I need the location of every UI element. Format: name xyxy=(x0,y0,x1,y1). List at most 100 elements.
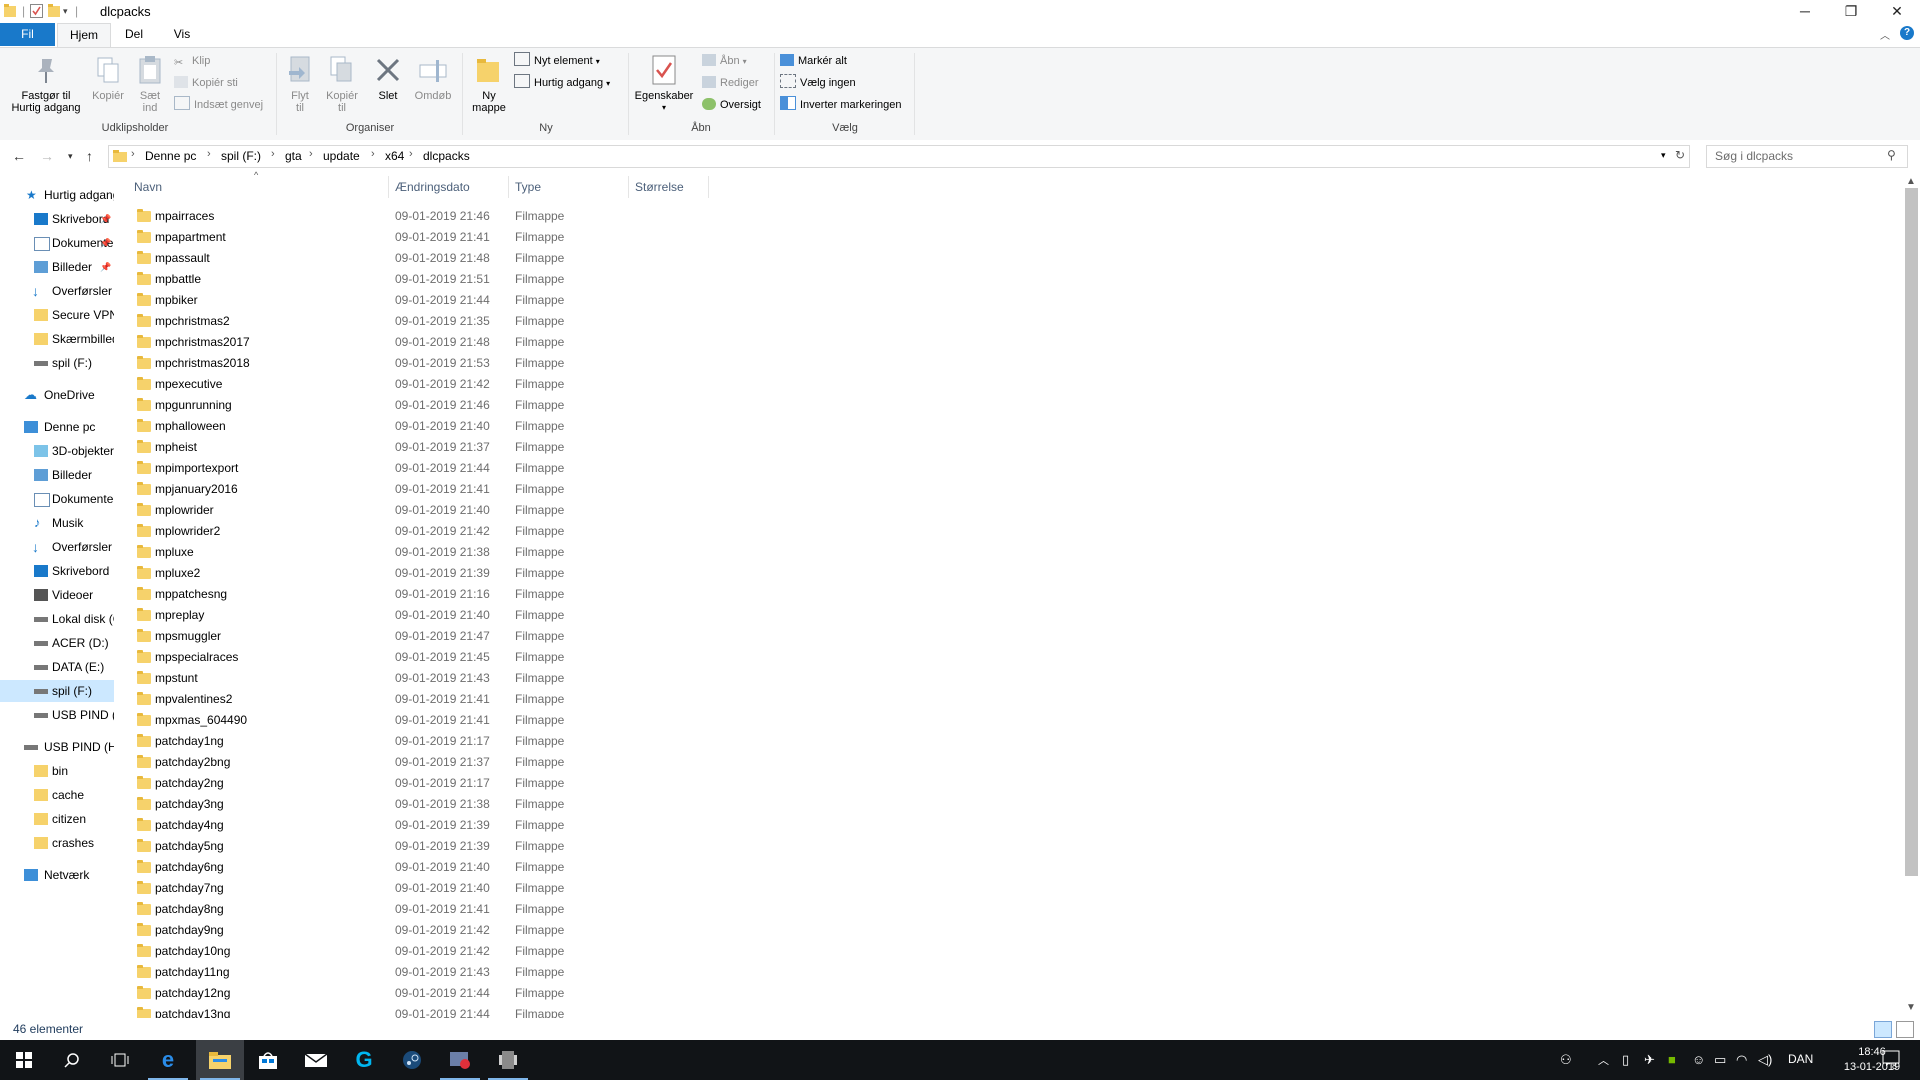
file-row[interactable]: mplowrider2 09-01-2019 21:42 Filmappe xyxy=(130,521,710,542)
file-row[interactable]: patchday9ng 09-01-2019 21:42 Filmappe xyxy=(130,920,710,941)
column-divider[interactable] xyxy=(508,176,509,198)
file-row[interactable]: patchday13ng 09-01-2019 21:44 Filmappe xyxy=(130,1004,710,1018)
customize-quick-access-icon[interactable]: ▾ xyxy=(63,6,68,20)
tab-home[interactable]: Hjem xyxy=(57,23,111,47)
file-row[interactable]: patchday8ng 09-01-2019 21:41 Filmappe xyxy=(130,899,710,920)
nav-desktop-pinned[interactable]: Skrivebord 📌 xyxy=(0,208,114,230)
nav-onedrive[interactable]: ☁ OneDrive xyxy=(0,384,114,406)
file-row[interactable]: mpjanuary2016 09-01-2019 21:41 Filmappe xyxy=(130,479,710,500)
file-explorer-icon[interactable] xyxy=(196,1040,244,1080)
file-row[interactable]: mpvalentines2 09-01-2019 21:41 Filmappe xyxy=(130,689,710,710)
nav-pictures-pinned[interactable]: Billeder 📌 xyxy=(0,256,114,278)
crumb-gta[interactable]: gta xyxy=(285,149,302,163)
nav-this-pc[interactable]: Denne pc xyxy=(0,416,114,438)
scroll-up-icon[interactable]: ▲ xyxy=(1906,176,1916,187)
maximize-button[interactable]: ❐ xyxy=(1828,0,1874,23)
start-icon[interactable] xyxy=(0,1040,48,1080)
file-row[interactable]: patchday10ng 09-01-2019 21:42 Filmappe xyxy=(130,941,710,962)
file-row[interactable]: mpreplay 09-01-2019 21:40 Filmappe xyxy=(130,605,710,626)
new-item-button[interactable]: Nyt element ▾ xyxy=(514,52,600,70)
language-indicator[interactable]: DAN xyxy=(1788,1052,1813,1066)
address-bar[interactable]: › Denne pc › spil (F:) › gta › update › … xyxy=(108,145,1690,168)
file-row[interactable]: mpsmuggler 09-01-2019 21:47 Filmappe xyxy=(130,626,710,647)
file-row[interactable]: patchday6ng 09-01-2019 21:40 Filmappe xyxy=(130,857,710,878)
minimize-button[interactable]: ─ xyxy=(1782,0,1828,23)
cut-button[interactable]: ✂ Klip xyxy=(174,52,210,70)
help-icon[interactable]: ? xyxy=(1900,26,1914,40)
column-divider[interactable] xyxy=(628,176,629,198)
address-dropdown-icon[interactable]: ▾ xyxy=(1661,150,1666,161)
crumb-update[interactable]: update xyxy=(323,149,360,163)
app-gray-icon[interactable] xyxy=(484,1040,532,1080)
logitech-icon[interactable]: G xyxy=(340,1040,388,1080)
nav-local-disk-c[interactable]: Lokal disk (C:) xyxy=(0,608,114,630)
action-center-icon[interactable] xyxy=(1882,1049,1900,1070)
column-name[interactable]: Navn xyxy=(134,180,162,194)
close-button[interactable]: ✕ xyxy=(1874,0,1920,23)
file-row[interactable]: mpimportexport 09-01-2019 21:44 Filmappe xyxy=(130,458,710,479)
file-row[interactable]: mpbiker 09-01-2019 21:44 Filmappe xyxy=(130,290,710,311)
store-icon[interactable] xyxy=(244,1040,292,1080)
battery-icon[interactable]: ▭ xyxy=(1714,1052,1726,1068)
file-row[interactable]: patchday2ng 09-01-2019 21:17 Filmappe xyxy=(130,773,710,794)
file-row[interactable]: patchday3ng 09-01-2019 21:38 Filmappe xyxy=(130,794,710,815)
edge-icon[interactable]: e xyxy=(144,1040,192,1080)
file-row[interactable]: patchday1ng 09-01-2019 21:17 Filmappe xyxy=(130,731,710,752)
rename-button[interactable]: Omdøb xyxy=(412,54,454,102)
nav-screenshots[interactable]: Skærmbilleder xyxy=(0,328,114,350)
nav-documents-pinned[interactable]: Dokumenter 📌 xyxy=(0,232,114,254)
nav-spil-f[interactable]: spil (F:) xyxy=(0,680,114,702)
file-row[interactable]: patchday7ng 09-01-2019 21:40 Filmappe xyxy=(130,878,710,899)
tab-file[interactable]: Fil xyxy=(0,23,55,46)
nav-acer-d[interactable]: ACER (D:) xyxy=(0,632,114,654)
file-row[interactable]: mpgunrunning 09-01-2019 21:46 Filmappe xyxy=(130,395,710,416)
paste-button[interactable]: Sæt ind xyxy=(134,54,166,114)
back-arrow-icon[interactable]: ← xyxy=(12,148,26,164)
nav-cache[interactable]: cache xyxy=(0,784,114,806)
properties-button[interactable]: Egenskaber ▾ xyxy=(632,54,696,114)
column-divider[interactable] xyxy=(708,176,709,198)
vertical-scrollbar[interactable]: ▲ ▼ xyxy=(1903,176,1920,1016)
usb-eject-icon[interactable]: ▯ xyxy=(1622,1052,1629,1068)
nav-spil-quick[interactable]: spil (F:) xyxy=(0,352,114,374)
copy-path-button[interactable]: Kopiér sti xyxy=(174,74,238,92)
nav-network[interactable]: Netværk xyxy=(0,864,114,886)
nav-data-e[interactable]: DATA (E:) xyxy=(0,656,114,678)
nav-downloads-pinned[interactable]: ↓ Overførsler xyxy=(0,280,114,302)
tab-view[interactable]: Vis xyxy=(166,23,198,46)
select-none-button[interactable]: Vælg ingen xyxy=(780,74,856,92)
file-row[interactable]: patchday2bng 09-01-2019 21:37 Filmappe xyxy=(130,752,710,773)
move-to-button[interactable]: Flyt til xyxy=(282,54,318,114)
file-row[interactable]: patchday5ng 09-01-2019 21:39 Filmappe xyxy=(130,836,710,857)
show-hidden-icons-icon[interactable]: ︿ xyxy=(1598,1052,1609,1068)
file-row[interactable]: mpluxe2 09-01-2019 21:39 Filmappe xyxy=(130,563,710,584)
volume-icon[interactable]: ◁) xyxy=(1758,1052,1772,1068)
file-row[interactable]: mpchristmas2017 09-01-2019 21:48 Filmappe xyxy=(130,332,710,353)
nav-secure-vpn[interactable]: Secure VPN xyxy=(0,304,114,326)
up-arrow-icon[interactable]: ↑ xyxy=(86,148,93,164)
nav-citizen[interactable]: citizen xyxy=(0,808,114,830)
edit-button[interactable]: Rediger xyxy=(702,74,759,92)
file-row[interactable]: patchday4ng 09-01-2019 21:39 Filmappe xyxy=(130,815,710,836)
new-folder-quick-icon[interactable] xyxy=(48,4,60,18)
copy-button[interactable]: Kopiér xyxy=(90,54,126,102)
forward-arrow-icon[interactable]: → xyxy=(40,148,54,164)
people-icon[interactable]: ⚇ xyxy=(1560,1052,1572,1068)
file-row[interactable]: patchday11ng 09-01-2019 21:43 Filmappe xyxy=(130,962,710,983)
delete-button[interactable]: Slet xyxy=(372,54,404,102)
file-row[interactable]: mpspecialraces 09-01-2019 21:45 Filmappe xyxy=(130,647,710,668)
file-row[interactable]: mplowrider 09-01-2019 21:40 Filmappe xyxy=(130,500,710,521)
refresh-icon[interactable]: ↻ xyxy=(1675,148,1685,162)
column-type[interactable]: Type xyxy=(515,180,541,194)
select-all-button[interactable]: Markér alt xyxy=(780,52,847,70)
discord-icon[interactable]: ☺ xyxy=(1692,1052,1705,1067)
paste-shortcut-button[interactable]: Indsæt genvej xyxy=(174,96,263,114)
scroll-down-icon[interactable]: ▼ xyxy=(1906,1002,1916,1013)
copy-to-button[interactable]: Kopiér til xyxy=(322,54,362,114)
bluetooth-off-icon[interactable]: ✈ xyxy=(1644,1052,1655,1068)
steam-icon[interactable] xyxy=(388,1040,436,1080)
file-row[interactable]: patchday12ng 09-01-2019 21:44 Filmappe xyxy=(130,983,710,1004)
nav-music[interactable]: ♪ Musik xyxy=(0,512,114,534)
crumb-drive[interactable]: spil (F:) xyxy=(221,149,261,163)
file-row[interactable]: mpchristmas2 09-01-2019 21:35 Filmappe xyxy=(130,311,710,332)
